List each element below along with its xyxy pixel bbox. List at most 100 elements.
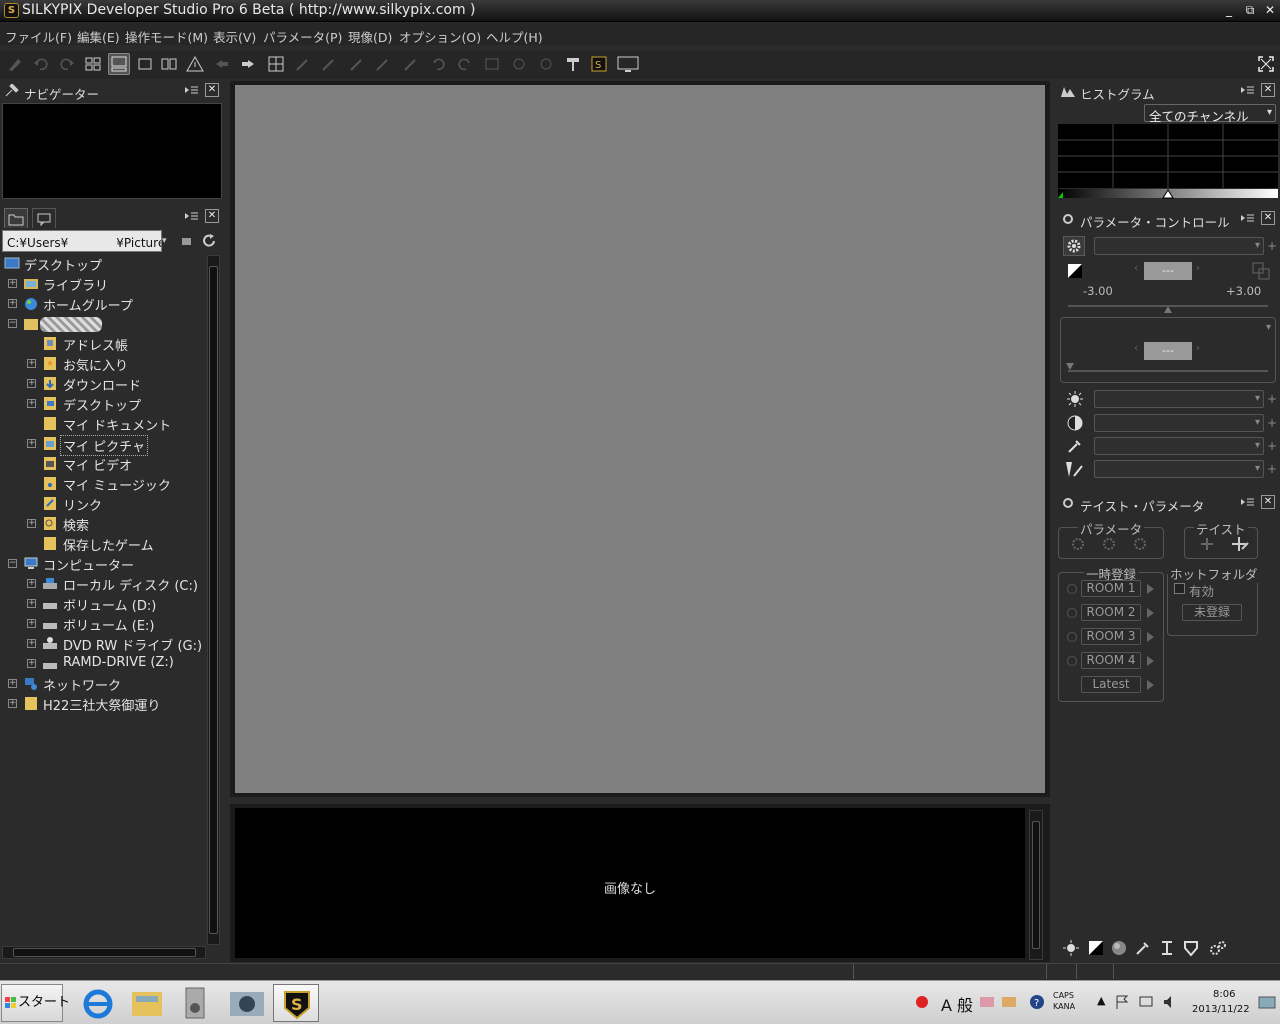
expand-icon[interactable]: + — [27, 619, 36, 628]
panel-menu-icon[interactable] — [1241, 85, 1255, 97]
thumbnail-view-icon[interactable] — [82, 53, 104, 75]
add-icon[interactable]: + — [1267, 439, 1277, 453]
new-folder-icon[interactable] — [180, 234, 194, 248]
menu-parameter[interactable]: パラメータ(P) — [263, 27, 342, 46]
close-icon[interactable]: ✕ — [1261, 211, 1275, 225]
path-input[interactable]: C:¥Users¥ ¥Picture — [2, 230, 162, 252]
param-reset-icon[interactable] — [1132, 536, 1148, 552]
dropper-tool-icon[interactable] — [1134, 939, 1152, 957]
room-1-button[interactable]: ROOM 1 — [1081, 580, 1141, 597]
slider-handle[interactable] — [1164, 306, 1172, 313]
channel-select[interactable]: 全てのチャンネル ▾ — [1144, 104, 1276, 124]
contrast-select[interactable]: ▾ — [1094, 414, 1264, 432]
expand-icon[interactable]: + — [27, 639, 36, 648]
menu-operation-mode[interactable]: 操作モード(M) — [125, 27, 208, 46]
next-icon[interactable] — [238, 53, 260, 75]
decrement-icon[interactable]: ‹ — [1134, 343, 1138, 354]
grid-icon[interactable] — [265, 53, 287, 75]
brightness-tool-icon[interactable] — [1062, 939, 1080, 957]
expand-icon[interactable]: + — [8, 299, 17, 308]
image-viewer[interactable] — [230, 81, 1050, 797]
filmstrip[interactable]: 画像なし — [230, 804, 1050, 962]
latest-button[interactable]: Latest — [1081, 676, 1141, 693]
scrollbar-thumb[interactable] — [13, 948, 196, 957]
tool-6-icon[interactable] — [481, 53, 503, 75]
silkypix-taskbar-button[interactable]: S — [273, 984, 319, 1022]
crop-tool-icon[interactable] — [1158, 939, 1176, 957]
color-select[interactable]: ▾ — [1094, 437, 1264, 455]
comment-tab[interactable] — [32, 208, 56, 228]
volume-icon[interactable] — [1162, 994, 1178, 1010]
minimize-button[interactable]: _ — [1220, 2, 1238, 19]
scrollbar-thumb[interactable] — [209, 266, 218, 934]
tree-horizontal-scrollbar[interactable] — [2, 946, 206, 959]
expand-icon[interactable]: + — [27, 519, 36, 528]
menu-file[interactable]: ファイル(F) — [5, 27, 72, 46]
unregistered-button[interactable]: 未登録 — [1182, 604, 1242, 621]
tool-7-icon[interactable] — [508, 53, 530, 75]
room-radio[interactable] — [1067, 608, 1077, 618]
flag-icon[interactable] — [1114, 994, 1130, 1010]
develop-icon[interactable] — [4, 53, 26, 75]
sphere-tool-icon[interactable] — [1110, 939, 1128, 957]
clock-time[interactable]: 8:06 — [1213, 989, 1235, 1000]
add-icon[interactable]: + — [1267, 392, 1277, 406]
enabled-checkbox[interactable] — [1174, 583, 1185, 594]
decrement-icon[interactable]: ‹ — [1134, 263, 1138, 274]
room-2-button[interactable]: ROOM 2 — [1081, 604, 1141, 621]
scrollbar-thumb[interactable] — [1032, 821, 1040, 949]
tool-1-icon[interactable] — [292, 53, 314, 75]
expand-icon[interactable]: + — [8, 279, 17, 288]
slider-handle[interactable] — [1066, 363, 1074, 370]
ime-tools-icon[interactable] — [1000, 993, 1018, 1011]
panel-menu-icon[interactable] — [185, 85, 199, 97]
menu-edit[interactable]: 編集(E) — [77, 27, 120, 46]
help-icon[interactable]: ? — [1028, 993, 1046, 1011]
start-button[interactable]: スタート — [1, 984, 70, 1022]
expand-icon[interactable]: + — [27, 379, 36, 388]
taste-apply-icon[interactable] — [1230, 535, 1250, 553]
explorer-icon[interactable] — [124, 984, 170, 1022]
increment-icon[interactable]: › — [1196, 343, 1200, 354]
tool-3-icon[interactable] — [346, 53, 368, 75]
expand-icon[interactable]: + — [8, 699, 17, 708]
expand-icon[interactable]: + — [27, 659, 36, 668]
close-icon[interactable]: ✕ — [1261, 83, 1275, 97]
auto-exposure-icon[interactable] — [1252, 262, 1270, 280]
shield-tool-icon[interactable] — [1182, 939, 1200, 957]
expand-icon[interactable]: + — [27, 579, 36, 588]
ime-dictionary-icon[interactable] — [978, 993, 996, 1011]
tool-5-icon[interactable] — [400, 53, 422, 75]
tool-4-icon[interactable] — [372, 53, 394, 75]
play-icon[interactable] — [1147, 608, 1154, 618]
filmstrip-scrollbar[interactable] — [1029, 810, 1043, 960]
undo-icon[interactable] — [30, 53, 52, 75]
previous-icon[interactable] — [210, 53, 232, 75]
clock-date[interactable]: 2013/11/22 — [1192, 1004, 1250, 1015]
exposure-tool-icon[interactable] — [1087, 939, 1105, 957]
thumbnail-area[interactable]: 画像なし — [235, 808, 1025, 958]
room-radio[interactable] — [1067, 656, 1077, 666]
param-paste-icon[interactable] — [1101, 536, 1117, 552]
panel-menu-icon[interactable] — [185, 211, 199, 223]
restore-button[interactable]: ⧉ — [1241, 2, 1259, 19]
increment-icon[interactable]: › — [1196, 263, 1200, 274]
rotate-left-icon[interactable] — [427, 53, 449, 75]
add-icon[interactable]: + — [1267, 416, 1277, 430]
refresh-icon[interactable] — [202, 234, 218, 248]
close-icon[interactable]: ✕ — [205, 83, 219, 97]
hammer-icon[interactable] — [562, 53, 584, 75]
settings-gear-icon[interactable] — [1063, 236, 1085, 256]
expand-icon[interactable]: + — [27, 359, 36, 368]
room-4-button[interactable]: ROOM 4 — [1081, 652, 1141, 669]
param-copy-icon[interactable] — [1070, 536, 1086, 552]
brightness-select[interactable]: ▾ — [1094, 390, 1264, 408]
redo-icon[interactable] — [56, 53, 78, 75]
network-app-icon[interactable] — [224, 984, 270, 1022]
taste-add-icon[interactable] — [1198, 535, 1216, 553]
add-icon[interactable]: + — [1267, 239, 1277, 253]
panel-menu-icon[interactable] — [1241, 213, 1255, 225]
white-balance-select[interactable]: ▾ — [1062, 320, 1274, 338]
gears-tool-icon[interactable] — [1208, 939, 1228, 957]
play-icon[interactable] — [1147, 680, 1154, 690]
